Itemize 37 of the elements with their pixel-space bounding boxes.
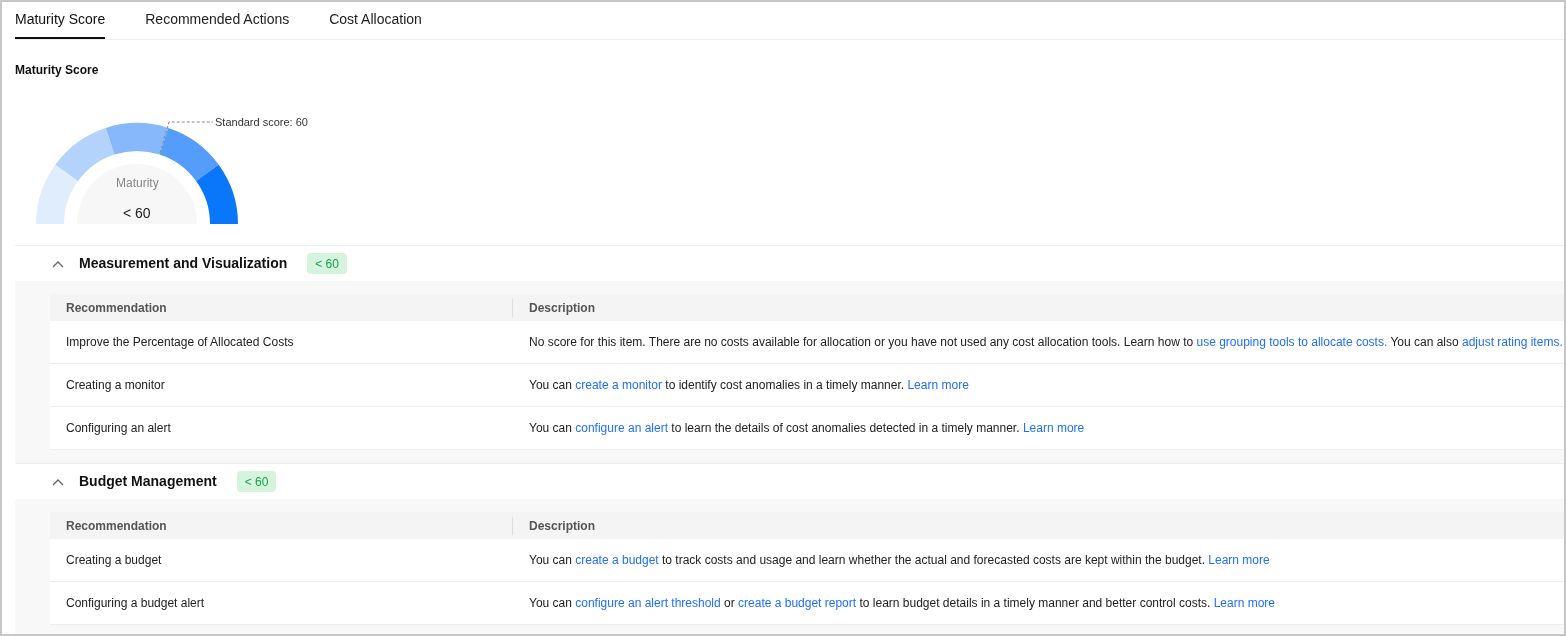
leader-line xyxy=(159,121,214,154)
tab[interactable]: Maturity Score xyxy=(15,2,106,39)
link[interactable]: create a monitor xyxy=(575,378,662,392)
description-text: You can create a monitor to identify cost anomalies in a timely manner. Learn more xyxy=(529,378,969,392)
tab[interactable]: Recommended Actions xyxy=(145,2,290,39)
table-cell: Configuring an alert xyxy=(66,421,171,435)
link[interactable]: use grouping tools to allocate costs. xyxy=(1196,335,1388,349)
link[interactable]: Learn more xyxy=(1208,553,1270,567)
table-cell: Improve the Percentage of Allocated Costs xyxy=(66,335,294,349)
table-cell: Configuring a budget alert xyxy=(66,596,205,610)
tab[interactable]: Cost Allocation xyxy=(329,2,422,39)
link[interactable]: configure an alert threshold xyxy=(575,596,721,610)
score-badge: < 60 xyxy=(236,471,277,492)
description-text: No score for this item. There are no costs available for allocation or you have not used any cost allocation tools. Learn how to use grouping tools to allocate costs. You can also adjust rating items. xyxy=(529,335,1563,349)
link[interactable]: create a budget xyxy=(575,553,659,567)
link[interactable]: create a budget report xyxy=(738,596,857,610)
gauge-label: Maturity xyxy=(116,175,159,192)
score-badge: < 60 xyxy=(307,253,347,274)
description-text: You can create a budget to track costs and usage and learn whether the actual and forecasted costs are kept within the budget. Learn more xyxy=(529,553,1270,567)
table-cell: Creating a monitor xyxy=(66,378,165,392)
panel-title: Maturity Score xyxy=(15,63,99,77)
standard-score-label: Standard score: 60 xyxy=(215,115,308,130)
link[interactable]: Learn more xyxy=(1213,596,1276,610)
link[interactable]: Learn more xyxy=(1022,421,1085,435)
column-header: Description xyxy=(529,300,595,315)
gauge-value: < 60 xyxy=(123,204,151,223)
section-title: Budget Management xyxy=(79,472,217,491)
table-cell: Creating a budget xyxy=(66,553,162,567)
link[interactable]: Learn more xyxy=(907,378,969,392)
column-header: Recommendation xyxy=(66,518,167,533)
column-header: Recommendation xyxy=(66,300,167,315)
link[interactable]: configure an alert xyxy=(575,421,668,435)
column-header: Description xyxy=(529,518,595,533)
description-text: You can configure an alert threshold or create a budget report to learn budget details in a timely manner and better control costs. Learn more xyxy=(529,596,1276,610)
description-text: You can configure an alert to learn the details of cost anomalies detected in a timely manner. Learn more xyxy=(529,421,1085,435)
section-title: Measurement and Visualization xyxy=(79,254,288,273)
link[interactable]: adjust rating items. xyxy=(1462,335,1563,349)
